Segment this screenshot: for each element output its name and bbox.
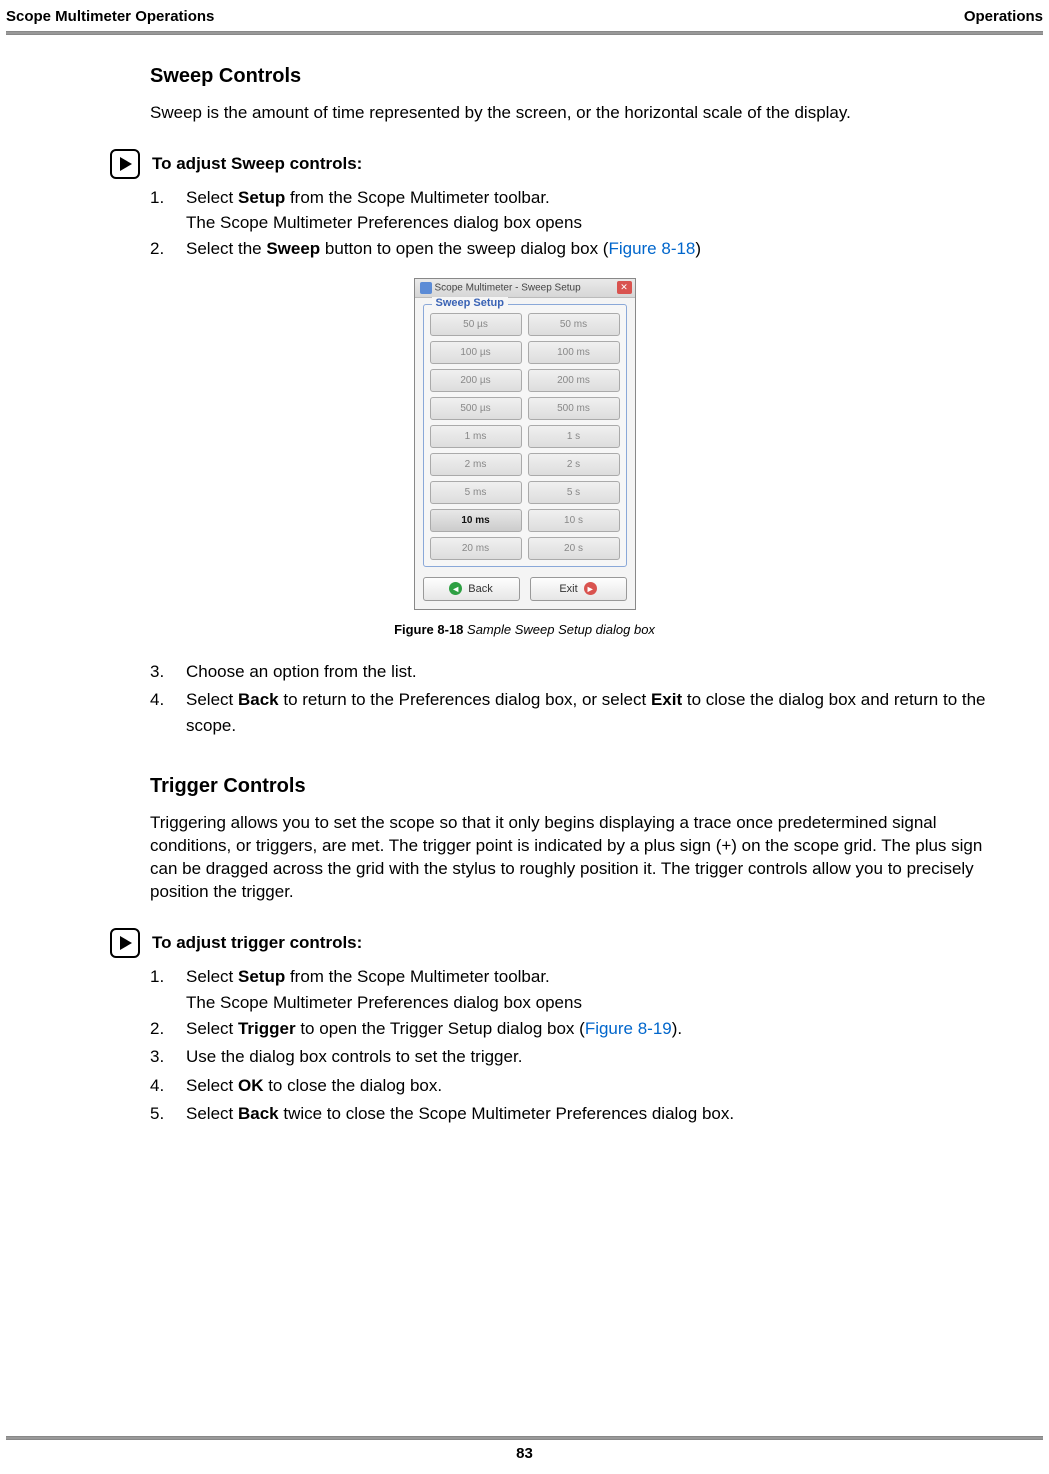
dialog-app-icon xyxy=(420,282,432,294)
sweep-option[interactable]: 500 µs xyxy=(430,397,522,420)
sweep-option[interactable]: 200 µs xyxy=(430,369,522,392)
sweep-option[interactable]: 1 ms xyxy=(430,425,522,448)
xref-figure-8-18[interactable]: Figure 8-18 xyxy=(608,239,695,258)
sweep-step-3: 3. Choose an option from the list. xyxy=(150,659,989,685)
heading-trigger-controls: Trigger Controls xyxy=(150,775,989,798)
trigger-intro: Triggering allows you to set the scope s… xyxy=(150,812,985,904)
back-button[interactable]: ◄ Back xyxy=(423,577,520,601)
sweep-option[interactable]: 5 ms xyxy=(430,481,522,504)
trigger-steps: 1. Select Setup from the Scope Multimete… xyxy=(150,964,989,990)
sweep-step-2: 2. Select the Sweep button to open the s… xyxy=(150,236,989,262)
trigger-step-3: 3. Use the dialog box controls to set th… xyxy=(150,1044,989,1070)
sweep-option[interactable]: 20 s xyxy=(528,537,620,560)
sweep-option-selected[interactable]: 10 ms xyxy=(430,509,522,532)
trigger-step-1-sub: The Scope Multimeter Preferences dialog … xyxy=(186,993,989,1013)
footer-rule xyxy=(6,1436,1043,1440)
sweep-option[interactable]: 5 s xyxy=(528,481,620,504)
back-arrow-icon: ◄ xyxy=(449,582,462,595)
sweep-option[interactable]: 100 ms xyxy=(528,341,620,364)
header-right: Operations xyxy=(964,8,1043,25)
trigger-step-2: 2. Select Trigger to open the Trigger Se… xyxy=(150,1016,989,1042)
sweep-option[interactable]: 200 ms xyxy=(528,369,620,392)
xref-figure-8-19[interactable]: Figure 8-19 xyxy=(585,1019,672,1038)
exit-button[interactable]: Exit ► xyxy=(530,577,627,601)
sweep-option[interactable]: 2 s xyxy=(528,453,620,476)
sweep-option[interactable]: 2 ms xyxy=(430,453,522,476)
trigger-step-4: 4. Select OK to close the dialog box. xyxy=(150,1073,989,1099)
page-number: 83 xyxy=(0,1445,1049,1462)
figure-8-18: Scope Multimeter - Sweep Setup ✕ Sweep S… xyxy=(60,278,989,610)
trigger-step-5: 5. Select Back twice to close the Scope … xyxy=(150,1101,989,1127)
figure-8-18-caption: Figure 8-18 Sample Sweep Setup dialog bo… xyxy=(60,622,989,637)
procedure-icon xyxy=(110,928,140,958)
procedure-title-trigger: To adjust trigger controls: xyxy=(152,928,362,953)
exit-arrow-icon: ► xyxy=(584,582,597,595)
sweep-option[interactable]: 500 ms xyxy=(528,397,620,420)
sweep-steps: 1. Select Setup from the Scope Multimete… xyxy=(150,185,989,211)
heading-sweep-controls: Sweep Controls xyxy=(150,65,989,88)
trigger-step-1: 1. Select Setup from the Scope Multimete… xyxy=(150,964,989,990)
sweep-option[interactable]: 20 ms xyxy=(430,537,522,560)
sweep-option[interactable]: 1 s xyxy=(528,425,620,448)
sweep-option-grid: 50 µs 50 ms 100 µs 100 ms 200 µs 200 ms … xyxy=(430,313,620,560)
dialog-footer: ◄ Back Exit ► xyxy=(415,571,635,609)
sweep-step-1: 1. Select Setup from the Scope Multimete… xyxy=(150,185,989,211)
sweep-option[interactable]: 10 s xyxy=(528,509,620,532)
sweep-step-4: 4. Select Back to return to the Preferen… xyxy=(150,687,989,738)
sweep-option[interactable]: 50 ms xyxy=(528,313,620,336)
fieldset-legend: Sweep Setup xyxy=(432,297,508,309)
sweep-step-1-sub: The Scope Multimeter Preferences dialog … xyxy=(186,213,989,233)
sweep-setup-dialog: Scope Multimeter - Sweep Setup ✕ Sweep S… xyxy=(414,278,636,610)
sweep-option[interactable]: 50 µs xyxy=(430,313,522,336)
sweep-option[interactable]: 100 µs xyxy=(430,341,522,364)
dialog-titlebar: Scope Multimeter - Sweep Setup ✕ xyxy=(415,279,635,298)
sweep-intro: Sweep is the amount of time represented … xyxy=(150,102,985,125)
header-left: Scope Multimeter Operations xyxy=(6,8,214,25)
close-icon[interactable]: ✕ xyxy=(617,281,632,294)
sweep-setup-fieldset: Sweep Setup 50 µs 50 ms 100 µs 100 ms 20… xyxy=(423,304,627,567)
procedure-icon xyxy=(110,149,140,179)
procedure-title-sweep: To adjust Sweep controls: xyxy=(152,149,362,174)
page-header: Scope Multimeter Operations Operations xyxy=(0,0,1049,31)
